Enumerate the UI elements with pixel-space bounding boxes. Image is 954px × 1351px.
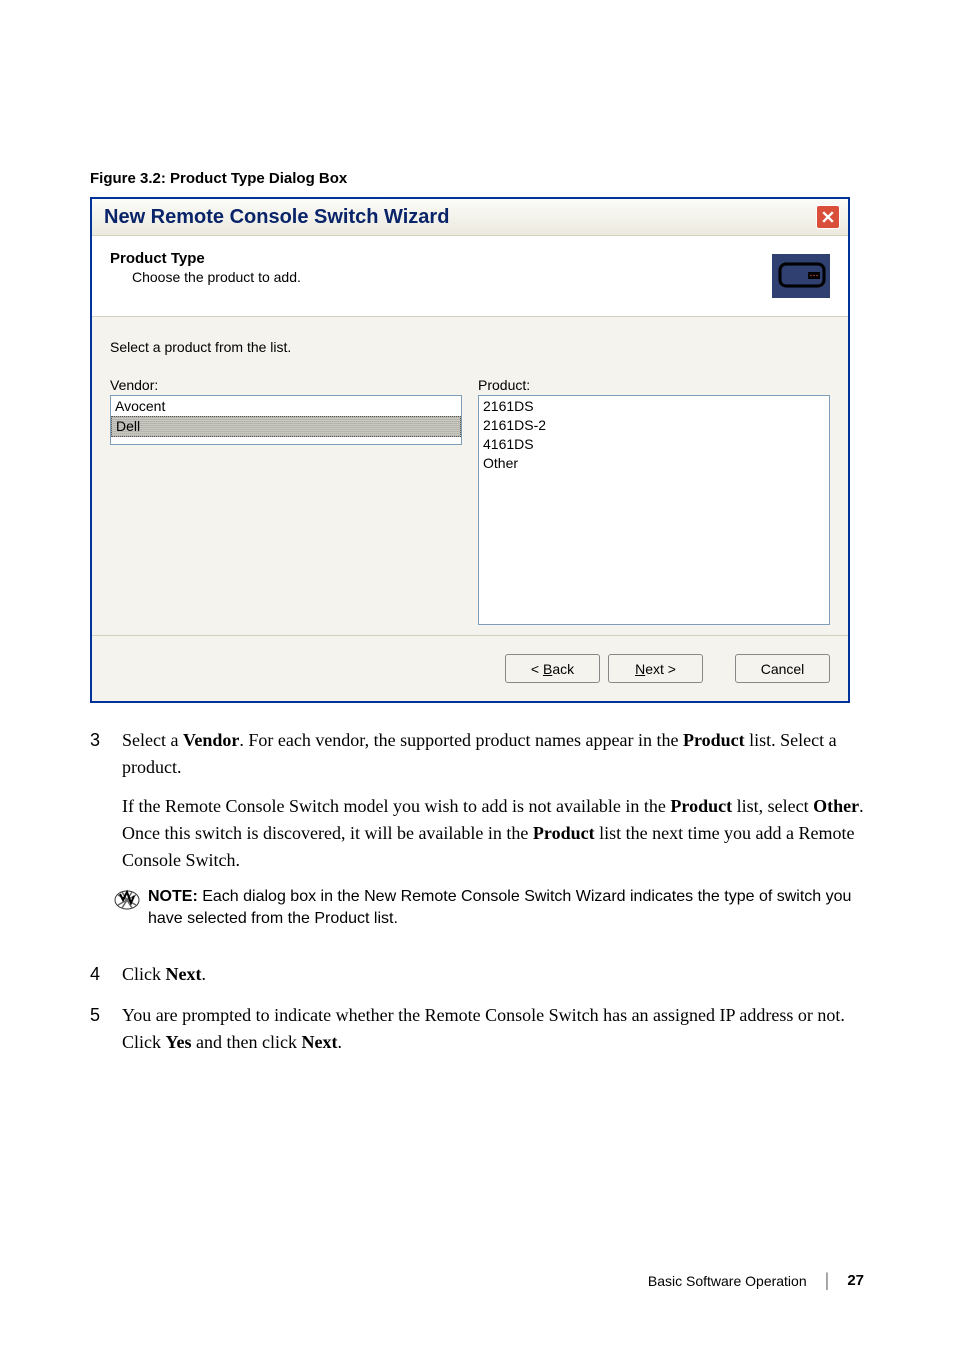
btn-text: ext > [645,661,676,677]
header-title: Product Type [110,250,762,267]
dialog-body: Select a product from the list. Vendor: … [92,316,848,635]
note-text: NOTE: Each dialog box in the New Remote … [148,886,864,931]
page-footer: Basic Software Operation | 27 [648,1270,864,1291]
product-listbox[interactable]: 2161DS 2161DS-2 4161DS Other [478,395,830,625]
wizard-dialog: New Remote Console Switch Wizard Product… [90,197,850,703]
list-item[interactable]: 2161DS [479,397,829,416]
step-number: 4 [90,961,122,988]
step-text: You are prompted to indicate whether the… [122,1002,864,1056]
step-number: 5 [90,1002,122,1056]
dialog-title: New Remote Console Switch Wizard [104,206,449,229]
btn-text: N [635,661,645,677]
step-text: Click Next. [122,961,864,988]
page-number: 27 [847,1272,864,1289]
step-text: Select a Vendor. For each vendor, the su… [122,727,864,781]
back-button[interactable]: < Back [505,654,600,683]
btn-text: B [543,661,552,677]
instruction-list: 3 Select a Vendor. For each vendor, the … [90,727,864,1056]
footer-divider: | [825,1270,830,1291]
btn-text: ack [552,661,574,677]
list-item[interactable]: Dell [111,416,461,437]
dialog-header: Product Type Choose the product to add. [92,235,848,316]
list-item[interactable]: Other [479,454,829,473]
note-block: NOTE: Each dialog box in the New Remote … [114,886,864,931]
next-button[interactable]: Next > [608,654,703,683]
section-name: Basic Software Operation [648,1273,807,1289]
vendor-label: Vendor: [110,377,462,393]
note-icon [114,887,140,913]
cancel-button[interactable]: Cancel [735,654,830,683]
switch-device-icon [772,254,830,298]
figure-caption: Figure 3.2: Product Type Dialog Box [90,170,864,187]
header-subtitle: Choose the product to add. [110,269,762,285]
product-label: Product: [478,377,830,393]
instruction-text: Select a product from the list. [110,339,830,355]
step-text: If the Remote Console Switch model you w… [122,793,864,874]
close-icon[interactable] [816,205,840,229]
list-item[interactable]: Avocent [111,397,461,416]
list-item[interactable]: 2161DS-2 [479,416,829,435]
vendor-listbox[interactable]: Avocent Dell [110,395,462,445]
dialog-titlebar: New Remote Console Switch Wizard [92,199,848,235]
btn-text: < [531,661,543,677]
dialog-footer: < Back Next > Cancel [92,635,848,701]
list-item[interactable]: 4161DS [479,435,829,454]
